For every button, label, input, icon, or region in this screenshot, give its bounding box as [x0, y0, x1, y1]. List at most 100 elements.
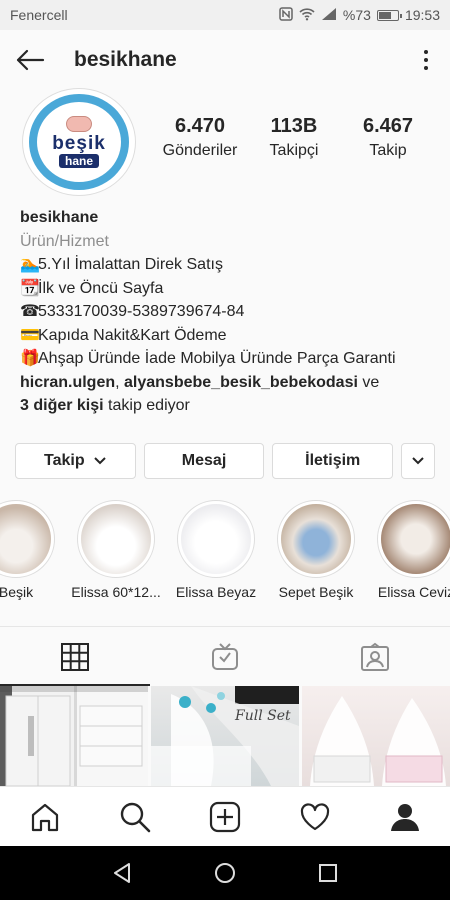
- crib-image: [151, 686, 299, 786]
- credit-card-icon: 💳: [20, 326, 40, 344]
- bio-line: 💳Kapıda Nakit&Kart Ödeme: [20, 324, 440, 348]
- swimmer-icon: 🏊: [20, 256, 40, 273]
- nav-profile[interactable]: [360, 787, 450, 846]
- following-count[interactable]: 6.467 Takip: [338, 114, 438, 160]
- wifi-icon: [299, 7, 315, 24]
- bio-line-text: Kapıda Nakit&Kart Ödeme: [38, 326, 227, 344]
- post-thumbnail[interactable]: Full Set: [151, 686, 299, 786]
- back-arrow-icon[interactable]: [12, 42, 48, 78]
- bio-line-text: 5.Yıl İmalattan Direk Satış: [38, 256, 223, 273]
- tab-igtv[interactable]: [150, 627, 300, 686]
- heart-icon: [300, 802, 330, 830]
- nfc-icon: [279, 6, 293, 24]
- followed-suffix: takip ediyor: [103, 397, 190, 414]
- chevron-down-icon: [412, 457, 424, 465]
- nav-activity[interactable]: [270, 787, 360, 846]
- profile-actions: Takip Mesaj İletişim: [15, 443, 435, 479]
- tagged-icon: [361, 642, 389, 671]
- highlight-label: Elissa Beyaz: [175, 584, 257, 600]
- message-button[interactable]: Mesaj: [143, 443, 265, 479]
- highlight-item[interactable]: Beşik: [0, 500, 66, 610]
- system-home-button[interactable]: [205, 853, 245, 893]
- highlight-label: Elissa 60*12...: [71, 584, 161, 600]
- follow-button[interactable]: Takip: [15, 443, 136, 479]
- nav-search[interactable]: [90, 787, 180, 846]
- followed-by-user[interactable]: hicran.ulgen: [20, 374, 115, 391]
- suggested-accounts-button[interactable]: [401, 443, 435, 479]
- highlight-label: Sepet Beşik: [278, 584, 354, 600]
- post-overlay-text: Full Set: [235, 708, 291, 724]
- wardrobe-image: [0, 686, 148, 786]
- header-username: besikhane: [74, 48, 177, 71]
- tab-tagged[interactable]: [300, 627, 450, 686]
- add-post-icon: [209, 801, 241, 832]
- igtv-icon: [212, 642, 238, 670]
- system-back-button[interactable]: [102, 853, 142, 893]
- bio-line: 🏊5.Yıl İmalattan Direk Satış: [20, 253, 440, 277]
- grid-icon: [61, 642, 89, 671]
- calendar-icon: 📆: [20, 279, 40, 297]
- chevron-down-icon: [93, 457, 106, 465]
- followers-count[interactable]: 113B Takipçi: [250, 114, 338, 160]
- post-grid: Full Set: [0, 686, 450, 786]
- followed-by[interactable]: hicran.ulgen, alyansbebe_besik_bebekodas…: [20, 371, 440, 395]
- circle-home-icon: [214, 863, 235, 883]
- battery-percent: %73: [342, 7, 371, 23]
- bio-line-text: 5333170039-5389739674-84: [38, 303, 245, 320]
- profile-header: besikhane: [0, 30, 450, 90]
- bio-line: 📆İlk ve Öncü Sayfa: [20, 277, 440, 301]
- canopy-cribs-image: [310, 696, 446, 786]
- stat-label: Takipçi: [269, 142, 319, 159]
- clock: 19:53: [404, 7, 440, 23]
- avatar-logo: beşik hane: [29, 94, 129, 190]
- stat-value: 6.467: [362, 115, 414, 137]
- story-highlights: Beşik Elissa 60*12... Elissa Beyaz Sepet…: [0, 500, 450, 610]
- highlight-item[interactable]: Elissa Ceviz: [366, 500, 450, 610]
- system-navigation: [0, 846, 450, 900]
- system-recents-button[interactable]: [308, 853, 348, 893]
- logo-text-bottom: hane: [58, 154, 99, 168]
- tab-grid[interactable]: [0, 627, 150, 686]
- carrier-name: Fenercell: [10, 7, 68, 23]
- highlight-label: Elissa Ceviz: [377, 584, 450, 600]
- bio-line-text: Ahşap Üründe İade Mobilya Üründe Parça G…: [38, 350, 396, 367]
- contact-button[interactable]: İletişim: [272, 443, 394, 479]
- highlight-item[interactable]: Sepet Beşik: [266, 500, 366, 610]
- avatar[interactable]: beşik hane: [22, 88, 136, 196]
- highlight-image: [281, 504, 351, 574]
- profile-icon: [391, 803, 419, 831]
- profile-tabs: [0, 626, 450, 686]
- bio-line-text: İlk ve Öncü Sayfa: [38, 279, 164, 297]
- highlight-item[interactable]: Elissa Beyaz: [166, 500, 266, 610]
- profile-summary: beşik hane 6.470 Gönderiler 113B Takipçi…: [0, 88, 450, 198]
- followed-by-user[interactable]: alyansbebe_besik_bebekodasi: [124, 374, 358, 391]
- highlight-label: Beşik: [0, 584, 34, 600]
- profile-category: Ürün/Hizmet: [20, 232, 109, 250]
- post-thumbnail[interactable]: [302, 686, 450, 786]
- gift-icon: 🎁: [20, 350, 40, 367]
- bottom-navigation: [0, 786, 450, 846]
- logo-text-top: beşik: [52, 133, 106, 154]
- highlight-image: [0, 504, 51, 574]
- stat-label: Takip: [369, 142, 407, 159]
- stat-value: 113B: [270, 115, 318, 137]
- post-thumbnail[interactable]: [0, 686, 148, 786]
- nav-add[interactable]: [180, 787, 270, 846]
- profile-name: besikhane: [20, 209, 99, 226]
- phone-icon: ☎: [20, 303, 40, 320]
- posts-count[interactable]: 6.470 Gönderiler: [150, 114, 250, 160]
- baby-logo-icon: [66, 116, 92, 132]
- nav-home[interactable]: [0, 787, 90, 846]
- search-icon: [120, 802, 151, 832]
- highlight-image: [381, 504, 450, 574]
- highlight-image: [81, 504, 151, 574]
- stat-value: 6.470: [174, 115, 226, 137]
- followed-and: ve: [357, 373, 380, 391]
- bio-line: 🎁Ahşap Üründe İade Mobilya Üründe Parça …: [20, 347, 440, 371]
- followed-by-others[interactable]: 3 diğer kişi takip ediyor: [20, 394, 440, 418]
- square-recents-icon: [319, 864, 338, 882]
- more-vertical-icon[interactable]: [414, 42, 438, 78]
- highlight-item[interactable]: Elissa 60*12...: [66, 500, 166, 610]
- signal-icon: [321, 7, 337, 24]
- followed-others-count[interactable]: 3 diğer kişi: [20, 397, 104, 414]
